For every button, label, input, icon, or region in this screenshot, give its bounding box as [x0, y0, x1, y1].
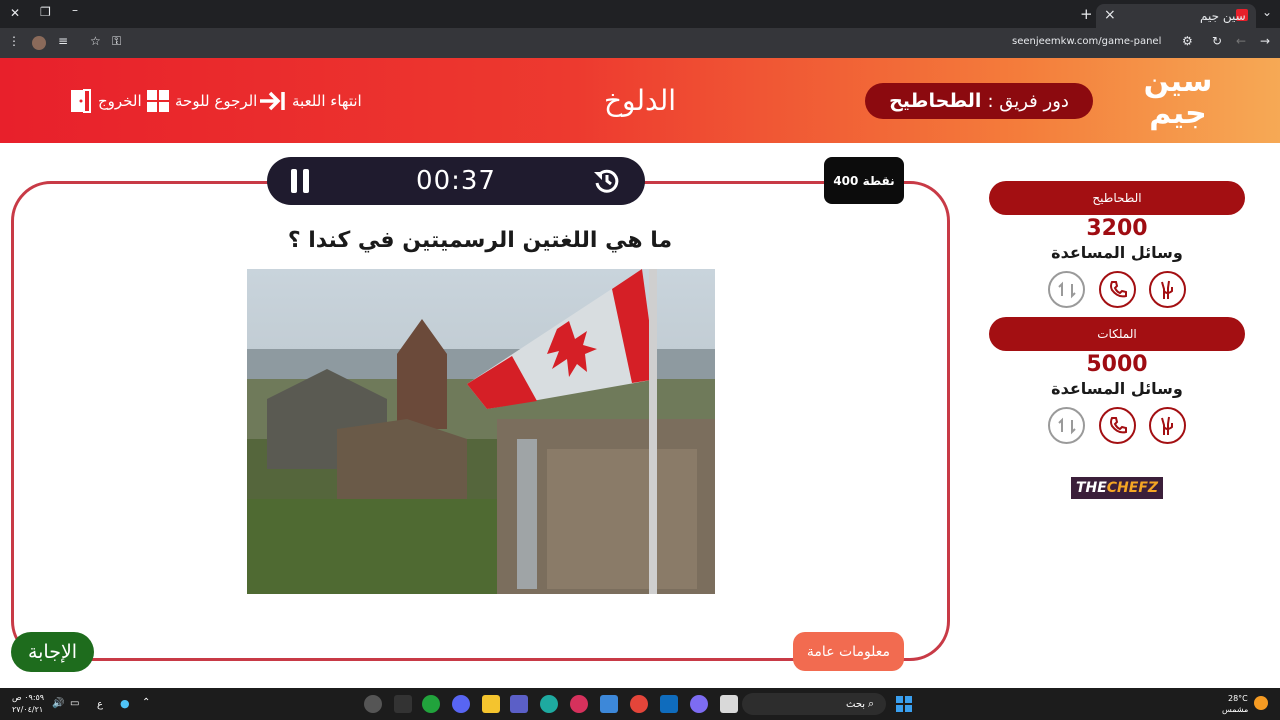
team-1-swap-question-icon[interactable]: [1048, 271, 1085, 308]
team-2-aids-label: وسائل المساعدة: [1051, 379, 1183, 398]
menu-icon[interactable]: ⋮: [8, 34, 20, 48]
tab-title: سين جيم: [1200, 9, 1246, 23]
back-icon[interactable]: ←: [1236, 34, 1246, 48]
reset-timer-icon[interactable]: [593, 167, 621, 195]
profile-avatar[interactable]: [32, 36, 46, 50]
taskbar-search[interactable]: بحث ⌕: [742, 693, 886, 715]
volume-icon[interactable]: 🔊: [52, 698, 64, 709]
microphone-icon[interactable]: ●: [120, 697, 130, 710]
chevron-up-icon[interactable]: ⌃: [142, 697, 150, 708]
language-indicator[interactable]: ع: [97, 699, 103, 710]
points-badge: 400 نقطة: [824, 157, 904, 204]
tab-list-icon[interactable]: ⌄: [1262, 5, 1272, 19]
team-2-two-answers-icon[interactable]: [1149, 407, 1186, 444]
outlook-icon[interactable]: [660, 695, 678, 713]
team-1-name: الطحاطيح: [989, 181, 1245, 215]
weather-temp: 28°C: [1228, 694, 1248, 703]
show-answer-button[interactable]: الإجابة: [11, 632, 94, 672]
network-icon[interactable]: ▭: [70, 698, 79, 709]
taskbar-search-placeholder: بحث: [846, 699, 866, 710]
store-icon[interactable]: [600, 695, 618, 713]
xbox-icon[interactable]: [422, 695, 440, 713]
end-arrow-icon: [260, 91, 285, 111]
bookmark-star-icon[interactable]: ☆: [90, 34, 101, 48]
question-image: [247, 269, 715, 594]
question-text: ما هي اللغتين الرسميتين في كندا ؟: [287, 228, 673, 253]
recording-icon[interactable]: [364, 695, 382, 713]
team-2-name: الملكات: [989, 317, 1245, 351]
password-key-icon[interactable]: ⚿: [112, 34, 121, 49]
timer-value: 00:37: [416, 166, 496, 196]
browser-tab-bar: سين جيم × + ⌄ ✕ ❐ –: [0, 0, 1280, 28]
team-2-swap-question-icon[interactable]: [1048, 407, 1085, 444]
teams-icon[interactable]: [510, 695, 528, 713]
exit-door-icon: [71, 89, 91, 113]
grid-icon: [147, 90, 169, 112]
exit-button[interactable]: الخروج: [70, 88, 142, 114]
game-title: الدلوخ: [603, 84, 677, 117]
sponsor-logo: THE CHEFZ: [1071, 477, 1163, 499]
seenjeem-logo: سين جيم: [1138, 66, 1218, 136]
edge-icon[interactable]: [540, 695, 558, 713]
forward-icon[interactable]: →: [1260, 34, 1270, 48]
timer-bar: 00:37: [267, 157, 645, 205]
back-to-board-button[interactable]: الرجوع للوحة: [147, 88, 257, 114]
photos-icon[interactable]: [720, 695, 738, 713]
logo-line-1: سين: [1143, 64, 1213, 99]
browser-tab[interactable]: سين جيم ×: [1096, 4, 1256, 28]
logo-line-2: جيم: [1149, 96, 1207, 131]
url-text[interactable]: seenjeemkw.com/game-panel: [1012, 36, 1161, 47]
end-game-button[interactable]: انتهاء اللعبة: [258, 88, 362, 114]
start-button[interactable]: [896, 696, 912, 712]
new-tab-icon[interactable]: +: [1080, 5, 1093, 23]
discord-icon[interactable]: [452, 695, 470, 713]
chrome-icon[interactable]: [630, 695, 648, 713]
turn-label: دور فريق :: [987, 90, 1069, 112]
team-2-call-friend-icon[interactable]: [1099, 407, 1136, 444]
file-explorer-icon[interactable]: [482, 695, 500, 713]
turn-indicator: دور فريق : الطحاطيح: [865, 83, 1093, 119]
site-settings-icon[interactable]: ⚙: [1182, 34, 1193, 48]
music-icon[interactable]: [570, 695, 588, 713]
sponsor-part-1: THE: [1075, 480, 1107, 496]
address-bar-area: ⋮ ≡ ☆ ⚿ seenjeemkw.com/game-panel ⚙ ↻ ← …: [0, 28, 1280, 58]
sponsor-part-2: CHEFZ: [1106, 480, 1159, 496]
team-2-score: 5000: [1086, 352, 1148, 377]
clock-time[interactable]: ٠٩:٥٩ ص: [12, 693, 44, 702]
clock-date[interactable]: ٢٧/٠٤/٢١: [12, 705, 43, 714]
minimize-window-icon[interactable]: –: [72, 3, 78, 17]
quebec-flag-photo: [247, 269, 715, 594]
restore-window-icon[interactable]: ❐: [40, 5, 51, 19]
copilot-icon[interactable]: [690, 695, 708, 713]
team-1-score: 3200: [1086, 216, 1148, 241]
exit-label: الخروج: [98, 92, 142, 110]
end-game-label: انتهاء اللعبة: [292, 92, 362, 110]
team-1-call-friend-icon[interactable]: [1099, 271, 1136, 308]
reading-list-icon[interactable]: ≡: [58, 34, 68, 48]
back-to-board-label: الرجوع للوحة: [175, 92, 258, 110]
close-tab-icon[interactable]: ×: [1104, 7, 1116, 23]
team-1-aids-label: وسائل المساعدة: [1051, 243, 1183, 262]
reload-icon[interactable]: ↻: [1212, 34, 1222, 48]
close-window-icon[interactable]: ✕: [10, 6, 20, 20]
epic-games-icon[interactable]: [394, 695, 412, 713]
team-1-two-answers-icon[interactable]: [1149, 271, 1186, 308]
category-badge: معلومات عامة: [793, 632, 904, 671]
search-icon: ⌕: [868, 697, 875, 710]
weather-icon[interactable]: [1254, 696, 1268, 710]
weather-desc: مشمس: [1222, 705, 1249, 714]
turn-team-name: الطحاطيح: [889, 90, 982, 112]
